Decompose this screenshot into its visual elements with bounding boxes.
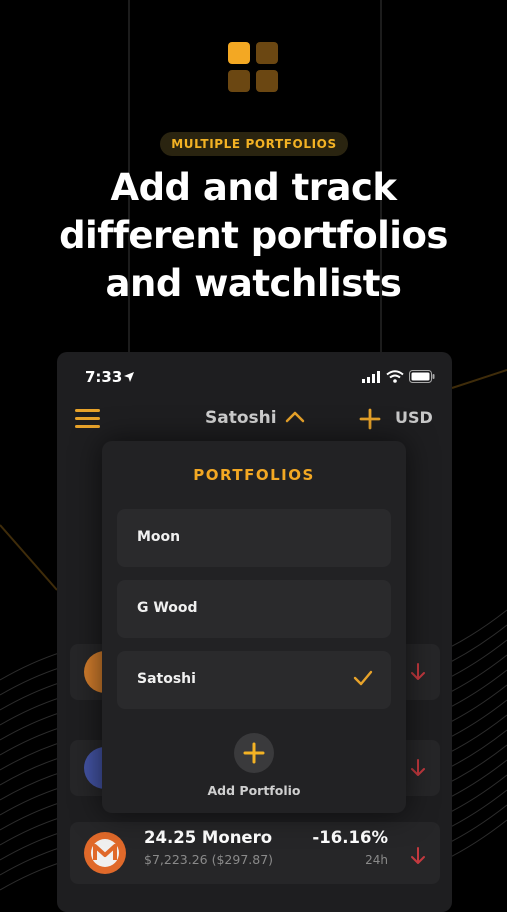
asset-row[interactable]: 24.25 Monero $7,223.26 ($297.87) -16.16%…: [70, 822, 440, 884]
add-portfolio-button[interactable]: [234, 733, 274, 773]
portfolio-item-satoshi[interactable]: Satoshi: [117, 651, 391, 709]
arrow-down-icon: [411, 847, 425, 864]
arrow-down-icon: [411, 663, 425, 680]
portfolio-item-g-wood[interactable]: G Wood: [117, 580, 391, 638]
status-time: 7:33: [85, 368, 123, 386]
feature-badge: MULTIPLE PORTFOLIOS: [160, 132, 348, 156]
asset-change: -16.16%: [312, 828, 388, 847]
asset-amount: 24.25 Monero: [144, 828, 273, 847]
chevron-up-icon[interactable]: [285, 410, 305, 424]
wifi-icon: [386, 370, 404, 383]
checkmark-icon: [353, 670, 373, 686]
headline-line: and watchlists: [105, 262, 402, 305]
dropdown-title: PORTFOLIOS: [193, 466, 315, 484]
currency-selector[interactable]: USD: [395, 408, 433, 427]
promo-headline: Add and track different portfolios and w…: [0, 164, 507, 308]
portfolio-item-moon[interactable]: Moon: [117, 509, 391, 567]
status-bar: 7:33: [57, 366, 452, 388]
headline-line: different portfolios: [59, 214, 448, 257]
signal-icon: [362, 371, 380, 383]
hamburger-menu-icon[interactable]: [75, 409, 100, 429]
plus-icon: [243, 742, 265, 764]
monero-icon: [84, 832, 126, 874]
asset-value: $7,223.26 ($297.87): [144, 852, 274, 867]
asset-period: 24h: [365, 853, 388, 867]
portfolio-selector[interactable]: Satoshi: [205, 408, 277, 428]
portfolios-dropdown: PORTFOLIOS Moon G Wood Satoshi Add Portf…: [102, 441, 406, 813]
arrow-down-icon: [411, 759, 425, 776]
headline-line: Add and track: [110, 166, 397, 209]
add-portfolio-label[interactable]: Add Portfolio: [102, 783, 406, 798]
portfolio-item-label: Moon: [137, 529, 181, 545]
top-nav: Satoshi USD: [57, 402, 452, 436]
location-arrow-icon: [124, 372, 134, 382]
battery-icon: [409, 370, 435, 383]
plus-icon[interactable]: [359, 408, 381, 430]
app-logo: [228, 42, 280, 94]
portfolio-item-label: Satoshi: [137, 671, 196, 687]
portfolio-item-label: G Wood: [137, 600, 198, 616]
